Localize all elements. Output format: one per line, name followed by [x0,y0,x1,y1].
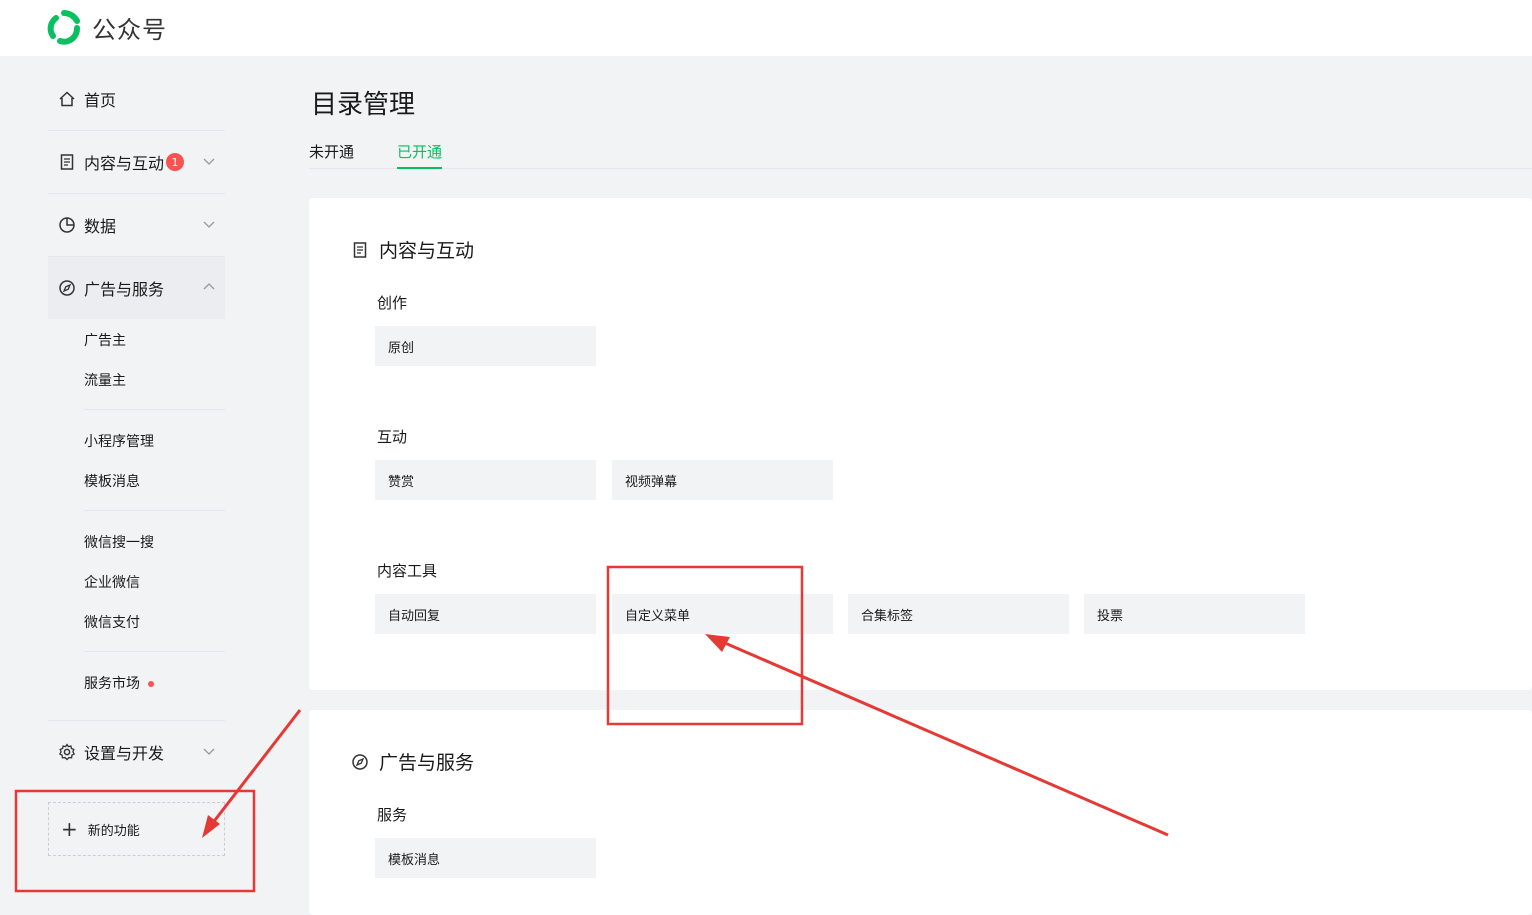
divider [84,510,225,511]
section-title-label: 广告与服务 [379,752,475,774]
sidebar-item-settings[interactable]: 设置与开发 [48,721,225,783]
divider [84,651,225,652]
new-dot [148,681,154,687]
group-label: 内容工具 [377,562,438,580]
tile-template-message[interactable]: 模板消息 [375,838,596,878]
group-label: 创作 [377,294,408,312]
tile-video-danmaku[interactable]: 视频弹幕 [612,460,833,500]
pie-chart-icon [59,217,75,233]
sidebar-subitem-service-market[interactable]: 服务市场 [84,673,154,693]
document-icon [60,154,74,170]
home-icon [59,91,75,107]
section-card-content: 内容与互动 创作 原创 互动 赞赏 视频弹幕 内容工具 自动回复 自定义菜单 合… [309,198,1532,690]
chevron-down-icon [203,158,215,165]
sidebar-subitem-miniprogram[interactable]: 小程序管理 [84,431,154,451]
tile-appreciation[interactable]: 赞赏 [375,460,596,500]
sidebar-item-label: 内容与互动 [84,154,165,173]
section-card-ad-service: 广告与服务 服务 模板消息 [309,710,1532,915]
chevron-down-icon [203,748,215,755]
sidebar-subitem-publisher[interactable]: 流量主 [84,370,126,390]
sidebar-item-label: 广告与服务 [84,280,165,299]
sidebar-subitem-advertiser[interactable]: 广告主 [84,330,126,350]
main-content: 目录管理 未开通 已开通 内容与互动 创作 原创 互动 赞赏 视频弹幕 内容工具… [309,56,1532,915]
notification-badge: 1 [166,153,185,171]
sidebar-subitem-wechat-search[interactable]: 微信搜一搜 [84,532,154,552]
tab-not-enabled[interactable]: 未开通 [309,141,354,169]
sidebar-item-label: 首页 [84,91,117,110]
document-icon [353,241,367,258]
section-title: 内容与互动 [351,236,474,263]
tile-collection-tags[interactable]: 合集标签 [848,594,1069,634]
sidebar-subitem-wechat-pay[interactable]: 微信支付 [84,612,140,632]
tile-original[interactable]: 原创 [375,326,596,366]
sidebar-item-ad-service[interactable]: 广告与服务 [48,257,225,319]
compass-icon [59,280,75,296]
sidebar: 首页 内容与互动 1 数据 广告与服务 广告主 流量主 小程序管理 模板消息 微… [48,56,225,915]
new-feature-button[interactable]: + 新的功能 [48,802,225,856]
group-label: 互动 [377,428,408,446]
tile-vote[interactable]: 投票 [1084,594,1305,634]
compass-icon [352,753,368,770]
sidebar-item-label: 设置与开发 [84,744,165,763]
gear-icon [58,743,76,761]
plus-icon: + [61,817,78,841]
top-bar: 公众号 [0,0,1532,56]
tile-auto-reply[interactable]: 自动回复 [375,594,596,634]
section-title: 广告与服务 [351,748,474,775]
sidebar-subitem-label: 服务市场 [84,676,140,692]
divider [84,409,225,410]
wechat-logo-icon[interactable] [46,10,82,46]
sidebar-item-data[interactable]: 数据 [48,194,225,256]
sidebar-subitem-template-message[interactable]: 模板消息 [84,471,140,491]
chevron-down-icon [203,221,215,228]
sidebar-item-label: 数据 [84,217,117,236]
app-title[interactable]: 公众号 [92,10,167,45]
new-feature-label: 新的功能 [87,823,140,839]
tab-bar: 未开通 已开通 [309,141,1532,169]
page-title: 目录管理 [311,90,416,120]
group-label: 服务 [377,806,408,824]
tab-enabled[interactable]: 已开通 [397,141,443,169]
section-title-label: 内容与互动 [379,240,475,262]
sidebar-subitem-wecom[interactable]: 企业微信 [84,572,140,592]
sidebar-item-home[interactable]: 首页 [48,68,225,130]
sidebar-item-content[interactable]: 内容与互动 1 [48,131,225,193]
tile-custom-menu[interactable]: 自定义菜单 [612,594,833,634]
chevron-up-icon [203,283,215,290]
